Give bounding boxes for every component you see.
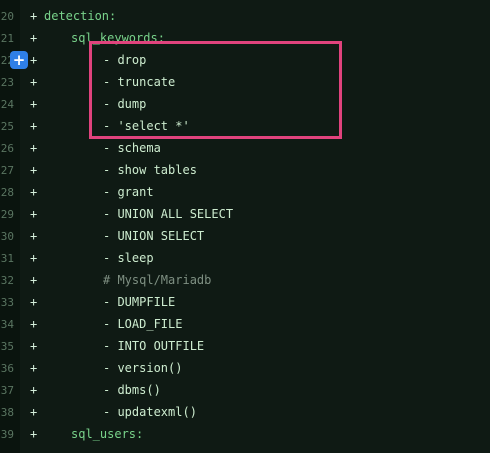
added-marker: + <box>30 295 38 309</box>
line-number[interactable]: 30 <box>0 230 14 243</box>
diff-line[interactable]: 37 + - dbms() <box>0 379 490 401</box>
code-text: - version() <box>103 361 183 375</box>
line-number[interactable]: 31 <box>0 252 14 265</box>
added-marker: + <box>30 53 38 67</box>
code-text: - LOAD_FILE <box>103 317 183 331</box>
code-text: - updatexml() <box>103 405 197 419</box>
code-text: - UNION ALL SELECT <box>103 207 234 221</box>
added-marker: + <box>30 97 38 111</box>
code-comment: # Mysql/Mariadb <box>103 273 212 287</box>
line-number[interactable]: 35 <box>0 340 14 353</box>
line-number[interactable]: 21 <box>0 32 14 45</box>
code-text: - UNION SELECT <box>103 229 205 243</box>
line-number[interactable]: 37 <box>0 384 14 397</box>
added-marker: + <box>30 75 38 89</box>
line-number[interactable]: 27 <box>0 164 14 177</box>
code-text: - grant <box>103 185 154 199</box>
line-number[interactable]: 33 <box>0 296 14 309</box>
code-text: - sleep <box>103 251 154 265</box>
line-number[interactable]: 36 <box>0 362 14 375</box>
added-marker: + <box>30 31 38 45</box>
diff-line[interactable]: 29 + - UNION ALL SELECT <box>0 203 490 225</box>
added-marker: + <box>30 317 38 331</box>
diff-line[interactable]: 26 + - schema <box>0 137 490 159</box>
diff-line[interactable]: 20 + detection: <box>0 5 490 27</box>
add-comment-button[interactable]: + <box>10 51 28 69</box>
code-text: detection: <box>44 9 117 23</box>
added-marker: + <box>30 207 38 221</box>
diff-line[interactable]: 36 + - version() <box>0 357 490 379</box>
code-text: - schema <box>103 141 161 155</box>
line-number[interactable]: 26 <box>0 142 14 155</box>
code-text: sql_users: <box>71 427 144 441</box>
added-marker: + <box>30 427 38 441</box>
line-number[interactable]: 20 <box>0 10 14 23</box>
added-marker: + <box>30 9 38 23</box>
code-text: - INTO OUTFILE <box>103 339 205 353</box>
diff-line[interactable]: 27 + - show tables <box>0 159 490 181</box>
line-number[interactable]: 29 <box>0 208 14 221</box>
line-number[interactable]: 32 <box>0 274 14 287</box>
added-marker: + <box>30 185 38 199</box>
line-number[interactable]: 24 <box>0 98 14 111</box>
added-marker: + <box>30 383 38 397</box>
added-marker: + <box>30 229 38 243</box>
added-marker: + <box>30 141 38 155</box>
added-marker: + <box>30 119 38 133</box>
code-text: - show tables <box>103 163 197 177</box>
plus-icon: + <box>12 51 26 69</box>
highlight-annotation-box <box>89 41 342 139</box>
code-text: - dbms() <box>103 383 161 397</box>
diff-line[interactable]: 38 + - updatexml() <box>0 401 490 423</box>
added-marker: + <box>30 361 38 375</box>
added-marker: + <box>30 251 38 265</box>
diff-line[interactable]: 35 + - INTO OUTFILE <box>0 335 490 357</box>
diff-view: 20 + detection: 21 + sql_keywords: 22 + … <box>0 0 490 453</box>
diff-line[interactable]: 34 + - LOAD_FILE <box>0 313 490 335</box>
added-marker: + <box>30 163 38 177</box>
code-text: - DUMPFILE <box>103 295 176 309</box>
added-marker: + <box>30 273 38 287</box>
diff-line[interactable]: 32 + # Mysql/Mariadb <box>0 269 490 291</box>
line-number[interactable]: 34 <box>0 318 14 331</box>
line-number[interactable]: 39 <box>0 428 14 441</box>
added-marker: + <box>30 339 38 353</box>
diff-line[interactable]: 31 + - sleep <box>0 247 490 269</box>
line-number[interactable]: 38 <box>0 406 14 419</box>
diff-line[interactable]: 33 + - DUMPFILE <box>0 291 490 313</box>
line-number[interactable]: 23 <box>0 76 14 89</box>
added-marker: + <box>30 405 38 419</box>
diff-line[interactable]: 39 + sql_users: <box>0 423 490 445</box>
diff-line[interactable]: 28 + - grant <box>0 181 490 203</box>
line-number[interactable]: 25 <box>0 120 14 133</box>
diff-line[interactable]: 30 + - UNION SELECT <box>0 225 490 247</box>
line-number[interactable]: 28 <box>0 186 14 199</box>
